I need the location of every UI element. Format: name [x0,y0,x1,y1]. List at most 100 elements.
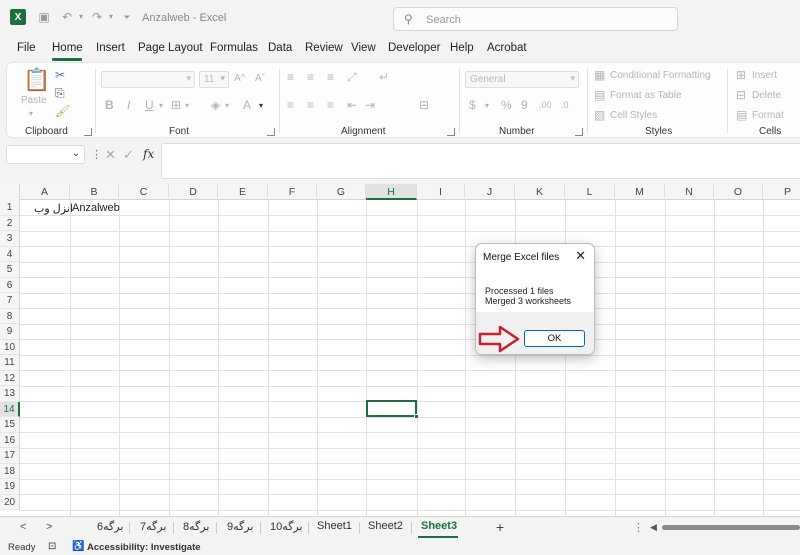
cell-styles-button[interactable]: Cell Styles [610,110,657,121]
column-header[interactable]: G [317,184,366,200]
align-left-icon[interactable]: ≡ [287,99,294,111]
row-header[interactable]: 13 [0,386,20,402]
redo-dropdown-icon[interactable]: ▾ [104,10,118,24]
close-icon[interactable]: ✕ [575,248,586,264]
increase-font-icon[interactable]: A^ [234,73,245,85]
align-bottom-icon[interactable]: ≡ [327,71,334,83]
customize-toolbar-icon[interactable]: ⏷ [120,10,134,24]
next-sheet-icon[interactable]: > [46,521,52,533]
ok-button[interactable]: OK [524,330,585,347]
redo-icon[interactable]: ↷ [90,10,104,24]
cell-b1[interactable]: Anzalweb [72,202,120,214]
insert-cells-button[interactable]: Insert [752,70,777,81]
font-color-icon[interactable]: A [243,99,251,111]
column-header[interactable]: K [515,184,565,200]
scroll-left-icon[interactable]: ◀ [650,522,657,533]
column-header[interactable]: J [465,184,515,200]
decrease-decimal-icon[interactable]: .0 [561,99,569,111]
borders-dropdown-icon[interactable]: ▾ [185,100,189,112]
tab-file[interactable]: File [17,42,36,54]
fill-color-icon[interactable]: ◈ [211,99,220,111]
column-header[interactable]: M [615,184,665,200]
row-header[interactable]: 10 [0,339,20,355]
accessibility-icon[interactable]: ♿ [72,541,84,552]
clipboard-launcher-icon[interactable] [84,128,92,136]
increase-indent-icon[interactable]: ⇥ [365,99,375,111]
borders-icon[interactable]: ⊞ [171,99,181,111]
align-right-icon[interactable]: ≡ [327,99,334,111]
row-header[interactable]: 20 [0,494,20,510]
tab-bar-options-icon[interactable]: ⋮ [633,521,644,534]
paste-label[interactable]: Paste [21,95,47,106]
conditional-formatting-button[interactable]: Conditional Formatting [610,70,711,81]
tab-acrobat[interactable]: Acrobat [487,42,527,54]
tab-home[interactable]: Home [52,42,83,54]
row-header-selected[interactable]: 14 [0,401,20,417]
active-cell-h14[interactable] [366,400,419,419]
cell-styles-icon[interactable]: ▧ [594,109,605,121]
fill-dropdown-icon[interactable]: ▾ [225,100,229,112]
italic-icon[interactable]: I [127,99,130,111]
spreadsheet-grid[interactable]: A B C D E F G H I J K L M N O P 1 2 3 4 … [0,184,800,516]
currency-icon[interactable]: $ [469,99,476,111]
formula-input[interactable] [161,143,800,179]
column-header[interactable]: D [169,184,218,200]
fill-handle[interactable] [414,414,419,419]
row-header[interactable]: 1 [0,200,20,216]
font-color-dropdown-icon[interactable]: ▾ [259,100,263,112]
column-header[interactable]: F [268,184,317,200]
sheet-tab[interactable]: برگه10 [270,520,303,533]
cancel-icon[interactable]: ✕ [105,147,116,163]
currency-dropdown-icon[interactable]: ▾ [485,100,489,112]
row-header[interactable]: 17 [0,448,20,464]
row-header[interactable]: 8 [0,308,20,324]
add-sheet-icon[interactable]: + [496,519,504,535]
name-box[interactable]: ⌄ [6,145,85,164]
column-header[interactable]: E [218,184,268,200]
number-format-combo[interactable]: General ▾ [465,71,579,88]
accessibility-status[interactable]: Accessibility: Investigate [87,542,201,553]
column-header[interactable]: B [70,184,119,200]
paste-icon[interactable]: 📋 [23,69,50,91]
delete-cells-icon[interactable]: ⊟ [736,89,746,101]
sheet-tab[interactable]: برگه9 [227,520,253,533]
bold-icon[interactable]: B [105,99,114,111]
row-header[interactable]: 2 [0,215,20,231]
row-header[interactable]: 12 [0,370,20,386]
tab-formulas[interactable]: Formulas [210,42,258,54]
macro-record-icon[interactable]: ⊡ [48,541,56,552]
column-header[interactable]: I [417,184,465,200]
font-launcher-icon[interactable] [267,128,275,136]
align-top-icon[interactable]: ≡ [287,71,294,83]
sheet-tab[interactable]: برگه8 [183,520,209,533]
row-header[interactable]: 16 [0,432,20,448]
column-header[interactable]: A [20,184,70,200]
tab-page-layout[interactable]: Page Layout [138,42,203,54]
row-header[interactable]: 9 [0,324,20,340]
number-launcher-icon[interactable] [575,128,583,136]
sheet-tab[interactable]: برگه6 [97,520,123,533]
sheet-tab-active[interactable]: Sheet3 [421,520,457,532]
row-header[interactable]: 19 [0,479,20,495]
prev-sheet-icon[interactable]: < [20,521,26,533]
underline-icon[interactable]: U [145,99,154,111]
decrease-font-icon[interactable]: Aˇ [255,73,265,85]
cut-icon[interactable]: ✂ [55,69,65,81]
horizontal-scrollbar[interactable] [662,525,800,530]
merge-center-icon[interactable]: ⊟ [419,99,429,111]
tab-data[interactable]: Data [268,42,292,54]
column-header[interactable]: P [763,184,800,200]
insert-function-icon[interactable]: fx [143,147,154,161]
tab-help[interactable]: Help [450,42,474,54]
increase-decimal-icon[interactable]: .00 [539,99,552,111]
row-header[interactable]: 18 [0,463,20,479]
save-icon[interactable]: ▣ [37,10,51,24]
cell-a1[interactable]: انزل وب [34,202,73,215]
percent-icon[interactable]: % [501,99,512,111]
format-cells-button[interactable]: Format [752,110,784,121]
row-header[interactable]: 6 [0,277,20,293]
insert-cells-icon[interactable]: ⊞ [736,69,746,81]
row-header[interactable]: 15 [0,417,20,433]
sheet-tab[interactable]: برگه7 [140,520,166,533]
format-as-table-icon[interactable]: ▤ [594,89,605,101]
